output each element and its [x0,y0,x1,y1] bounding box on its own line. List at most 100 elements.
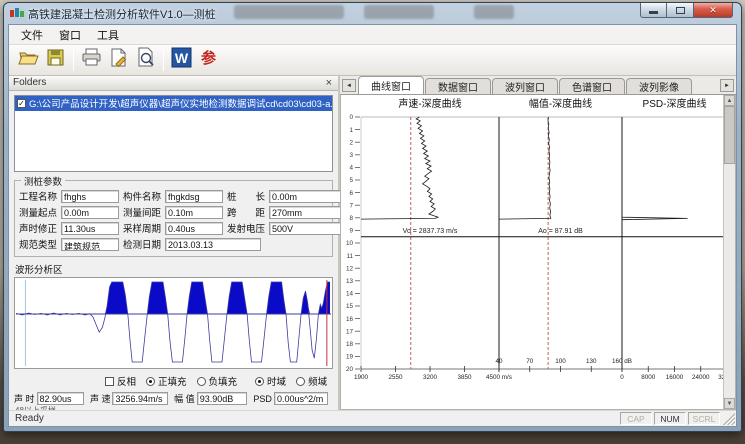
tab-波列窗口[interactable]: 波列窗口 [492,78,558,94]
fill-negative-radio[interactable] [197,377,206,386]
folder-checkbox[interactable]: ✓ [17,99,26,108]
param-field[interactable]: 0.00m [269,190,341,203]
param-cell: 构件名称fhgkdsg [123,189,227,203]
depth-tick-label: 10 [346,240,354,247]
value-field[interactable]: 93.90dB [197,392,248,405]
waveform-line [16,282,330,362]
print-preview-icon [134,46,157,74]
x-tick-label: 8000 [641,374,656,381]
vertical-scrollbar[interactable]: ▲ ▼ [723,95,735,409]
x-tick-label: 100 [555,358,566,365]
param-row: 测量起点0.00m测量间距0.10m跨 距270mm [19,205,329,219]
fill-negative-label: 负填充 [209,374,238,388]
svg-text:参: 参 [201,49,217,67]
glass-reflection [234,5,344,19]
export-button[interactable] [105,47,132,73]
param-field[interactable]: fhgkdsg [165,190,223,203]
panel-close-icon[interactable]: × [324,78,334,88]
invert-checkbox[interactable] [105,377,114,386]
chart-title: PSD-深度曲线 [643,97,707,110]
folder-list-item[interactable]: ✓G:\公司产品设计开发\超声仪器\超声仪实地检测数据调试cd\cd03\cd0… [15,96,332,111]
menu-item-工具[interactable]: 工具 [89,25,127,45]
fill-positive-radio[interactable] [146,377,155,386]
param-field[interactable]: 0.40us [165,222,223,235]
word-export-button[interactable]: W [168,47,195,73]
time-domain-radio[interactable] [255,377,264,386]
folders-panel-title: Folders [13,77,46,88]
menu-item-文件[interactable]: 文件 [13,25,51,45]
toolbar-separator [73,49,74,71]
depth-tick-label: 9 [349,228,353,235]
param-label: 规范类型 [19,237,61,251]
print-preview-button[interactable] [132,47,159,73]
parameters-button[interactable]: 参 [195,47,222,73]
param-field[interactable]: 0.00m [61,206,119,219]
folder-path-label: G:\公司产品设计开发\超声仪器\超声仪实地检测数据调试cd\cd03\cd03… [29,96,333,110]
param-cell: 跨 距270mm [227,205,341,219]
param-field[interactable]: 270mm [269,206,341,219]
param-row: 工程名称fhghs构件名称fhgkdsg桩 长0.00m [19,189,329,203]
maximize-button[interactable] [667,3,693,18]
curve-annotation: Ao = 87.91 dB [538,228,583,235]
scroll-up-icon[interactable]: ▲ [724,95,735,106]
depth-tick-label: 5 [349,177,353,184]
scroll-thumb[interactable] [724,106,735,164]
depth-tick-label: 4 [349,165,353,172]
chart-title: 声速-深度曲线 [398,97,461,110]
value-field[interactable]: 0.00us^2/m [274,392,328,405]
param-field[interactable]: 500V [269,222,341,235]
param-field[interactable]: 建筑规范 [61,238,119,251]
x-tick-label: 40 [495,358,503,365]
invert-label: 反相 [117,374,136,388]
depth-tick-label: 3 [349,152,353,159]
freq-domain-radio[interactable] [296,377,305,386]
value-label: 声 时 [14,392,35,405]
value-field[interactable]: 3256.94m/s [112,392,168,405]
param-label: 发射电压 [227,221,269,235]
tab-数据窗口[interactable]: 数据窗口 [425,78,491,94]
scroll-down-icon[interactable]: ▼ [724,398,735,409]
tab-scroll-right-icon[interactable]: ► [720,79,734,92]
status-pane-CAP: CAP [620,412,652,425]
x-tick-label: 70 [526,358,534,365]
x-tick-label: 2550 [388,374,403,381]
param-cell: 工程名称fhghs [19,189,123,203]
depth-tick-label: 17 [346,328,354,335]
param-label: 声时修正 [19,221,61,235]
time-domain-label: 时域 [267,374,286,388]
tab-scroll-left-icon[interactable]: ◄ [342,79,356,92]
waveform-box [14,277,333,369]
x-tick-label: 1900 [354,374,369,381]
tab-波列影像[interactable]: 波列影像 [626,78,692,94]
tab-曲线窗口[interactable]: 曲线窗口 [358,76,424,94]
param-row: 声时修正11.30us采样周期0.40us发射电压500V [19,221,329,235]
print-button[interactable] [78,47,105,73]
param-cell: 声时修正11.30us [19,221,123,235]
depth-tick-label: 15 [346,303,354,310]
open-file-button[interactable] [15,47,42,73]
value-field[interactable]: 82.90us [37,392,84,405]
param-field[interactable]: 11.30us [61,222,119,235]
tab-色谱窗口[interactable]: 色谱窗口 [559,78,625,94]
depth-curves-chart: 01234567891011121314151617181920声速-深度曲线1… [341,95,733,397]
param-label: 测量间距 [123,205,165,219]
save-button[interactable] [42,47,69,73]
param-field[interactable]: fhghs [61,190,119,203]
depth-tick-label: 2 [349,139,353,146]
minimize-button[interactable] [640,3,667,18]
toolbar: W参 [9,45,736,76]
chart-panel: ◄曲线窗口数据窗口波列窗口色谱窗口波列影像► 01234567891011121… [340,76,736,410]
depth-tick-label: 18 [346,341,354,348]
main-area: Folders × ✓G:\公司产品设计开发\超声仪器\超声仪实地检测数据调试c… [9,76,736,410]
curve-series [361,117,438,219]
menu-item-窗口[interactable]: 窗口 [51,25,89,45]
word-export-icon: W [170,46,193,74]
depth-tick-label: 6 [349,190,353,197]
param-label: 桩 长 [227,189,269,203]
param-label: 测量起点 [19,205,61,219]
param-field[interactable]: 2013.03.13 [165,238,261,251]
resize-grip[interactable] [723,413,735,425]
param-field[interactable]: 0.10m [165,206,223,219]
waveform-plot[interactable] [15,278,332,368]
close-button[interactable]: ✕ [693,3,733,18]
